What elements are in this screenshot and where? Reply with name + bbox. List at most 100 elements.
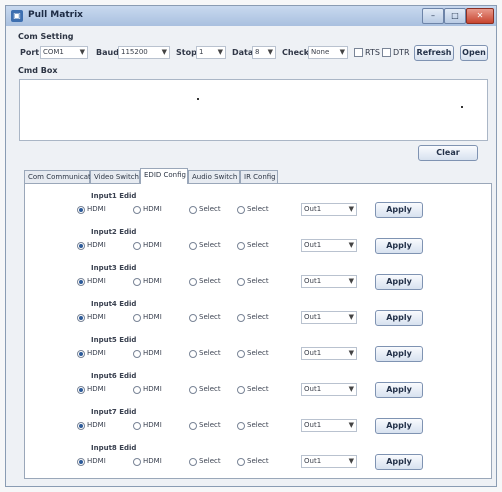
edid-option-radio[interactable]	[133, 350, 141, 358]
data-select[interactable]: 8 ▼	[252, 46, 276, 59]
edid-option-radio[interactable]	[77, 458, 85, 466]
edid-option-radio[interactable]	[237, 350, 245, 358]
output-select[interactable]: Out1 ▼	[301, 455, 357, 468]
close-button[interactable]: ✕	[466, 8, 494, 24]
apply-button[interactable]: Apply	[375, 238, 423, 254]
chevron-down-icon: ▼	[348, 241, 354, 249]
edid-option-radio[interactable]	[189, 242, 197, 250]
open-button[interactable]: Open	[460, 45, 488, 61]
apply-button[interactable]: Apply	[375, 454, 423, 470]
edid-row-label: Input3 Edid	[91, 264, 137, 272]
tab-ir-config[interactable]: IR Config	[240, 170, 278, 183]
baud-select[interactable]: 115200 ▼	[118, 46, 170, 59]
edid-row: Input6 Edid HDMI HDMI Select Select Out1 ▼ Appl…	[25, 368, 491, 404]
edid-option-radio[interactable]	[133, 206, 141, 214]
title-bar[interactable]: ▣ Pull Matrix – □ ✕	[6, 6, 496, 26]
apply-button[interactable]: Apply	[375, 382, 423, 398]
apply-button[interactable]: Apply	[375, 202, 423, 218]
edid-option-label: HDMI	[87, 313, 106, 321]
dtr-checkbox[interactable]	[382, 48, 391, 57]
edid-config-panel: Input1 Edid HDMI HDMI Select Select Out1 ▼ Appl…	[24, 183, 492, 479]
rts-label: RTS	[365, 48, 380, 57]
com-setting-label: Com Setting	[18, 32, 74, 41]
apply-button[interactable]: Apply	[375, 418, 423, 434]
chevron-down-icon: ▼	[348, 205, 354, 213]
edid-option-label: Select	[247, 421, 269, 429]
stop-select[interactable]: 1 ▼	[196, 46, 226, 59]
tab-audio-switch[interactable]: Audio Switch	[188, 170, 240, 183]
edid-row: Input3 Edid HDMI HDMI Select Select Out1 ▼ Appl…	[25, 260, 491, 296]
edid-option-radio[interactable]	[237, 278, 245, 286]
edid-option-radio[interactable]	[189, 458, 197, 466]
edid-option-radio[interactable]	[189, 386, 197, 394]
edid-option-radio[interactable]	[77, 350, 85, 358]
tab-video-switch[interactable]: Video Switch	[90, 170, 140, 183]
refresh-button[interactable]: Refresh	[414, 45, 454, 61]
edid-option-label: Select	[247, 349, 269, 357]
edid-option-radio[interactable]	[133, 278, 141, 286]
edid-option-radio[interactable]	[133, 458, 141, 466]
output-select[interactable]: Out1 ▼	[301, 239, 357, 252]
chevron-down-icon: ▼	[267, 48, 273, 56]
edid-option-label: HDMI	[87, 349, 106, 357]
edid-option-radio[interactable]	[189, 422, 197, 430]
apply-button[interactable]: Apply	[375, 310, 423, 326]
edid-option-label: Select	[199, 457, 221, 465]
edid-option-radio[interactable]	[133, 422, 141, 430]
edid-option-radio[interactable]	[237, 458, 245, 466]
edid-option-label: HDMI	[87, 277, 106, 285]
edid-option-radio[interactable]	[77, 314, 85, 322]
output-select[interactable]: Out1 ▼	[301, 311, 357, 324]
output-select[interactable]: Out1 ▼	[301, 275, 357, 288]
edid-option-radio[interactable]	[189, 314, 197, 322]
edid-option-radio[interactable]	[77, 278, 85, 286]
edid-option-label: HDMI	[87, 205, 106, 213]
output-select[interactable]: Out1 ▼	[301, 347, 357, 360]
port-select[interactable]: COM1 ▼	[40, 46, 88, 59]
chevron-down-icon: ▼	[217, 48, 223, 56]
edid-option-radio[interactable]	[237, 386, 245, 394]
edid-row-label: Input2 Edid	[91, 228, 137, 236]
cmd-box-textarea[interactable]	[19, 79, 488, 141]
output-select[interactable]: Out1 ▼	[301, 203, 357, 216]
edid-option-radio[interactable]	[237, 314, 245, 322]
tab-edid-config[interactable]: EDID Config	[140, 168, 188, 184]
edid-option-radio[interactable]	[189, 206, 197, 214]
output-select[interactable]: Out1 ▼	[301, 383, 357, 396]
edid-option-label: HDMI	[143, 241, 162, 249]
edid-option-radio[interactable]	[133, 314, 141, 322]
output-select[interactable]: Out1 ▼	[301, 419, 357, 432]
baud-value: 115200	[121, 48, 148, 56]
edid-row: Input7 Edid HDMI HDMI Select Select Out1 ▼ Appl…	[25, 404, 491, 440]
output-value: Out1	[304, 385, 322, 393]
edid-option-radio[interactable]	[77, 242, 85, 250]
edid-option-radio[interactable]	[77, 386, 85, 394]
edid-option-radio[interactable]	[133, 242, 141, 250]
chevron-down-icon: ▼	[79, 48, 85, 56]
apply-button[interactable]: Apply	[375, 346, 423, 362]
chevron-down-icon: ▼	[348, 313, 354, 321]
edid-option-radio[interactable]	[77, 206, 85, 214]
chevron-down-icon: ▼	[161, 48, 167, 56]
check-value: None	[311, 48, 330, 56]
edid-option-radio[interactable]	[237, 242, 245, 250]
edid-option-radio[interactable]	[237, 206, 245, 214]
edid-option-label: Select	[199, 385, 221, 393]
edid-option-radio[interactable]	[189, 350, 197, 358]
rts-checkbox[interactable]	[354, 48, 363, 57]
edid-option-radio[interactable]	[237, 422, 245, 430]
chevron-down-icon: ▼	[348, 457, 354, 465]
edid-option-radio[interactable]	[77, 422, 85, 430]
edid-option-radio[interactable]	[133, 386, 141, 394]
edid-option-label: HDMI	[87, 421, 106, 429]
data-label: Data	[232, 48, 254, 57]
tab-com-communication[interactable]: Com Communication	[24, 170, 101, 183]
baud-label: Baud	[96, 48, 119, 57]
apply-button[interactable]: Apply	[375, 274, 423, 290]
clear-button[interactable]: Clear	[418, 145, 478, 161]
edid-option-radio[interactable]	[189, 278, 197, 286]
maximize-button[interactable]: □	[444, 8, 466, 24]
check-select[interactable]: None ▼	[308, 46, 348, 59]
edid-option-label: Select	[247, 205, 269, 213]
minimize-button[interactable]: –	[422, 8, 444, 24]
